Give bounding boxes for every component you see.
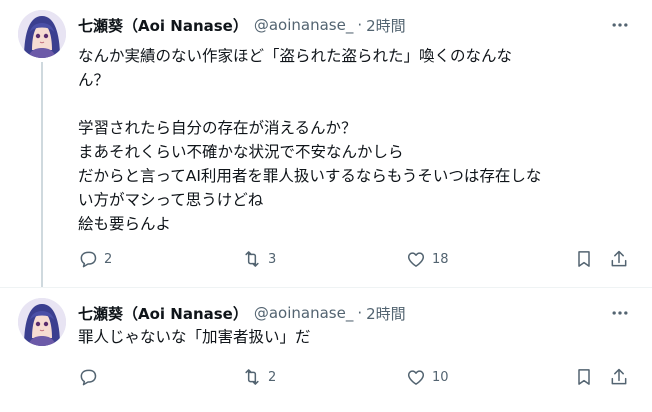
share-button[interactable] bbox=[609, 365, 629, 389]
retweet-count: 3 bbox=[268, 251, 277, 267]
like-button[interactable]: 18 bbox=[406, 247, 449, 271]
retweet-button[interactable]: 3 bbox=[242, 247, 276, 271]
tweet[interactable]: 七瀬葵（Aoi Nanase） @aoinanase_ · 2時間 なんか実績の… bbox=[0, 0, 652, 288]
retweet-count: 2 bbox=[268, 369, 277, 385]
author-handle[interactable]: @aoinanase_ bbox=[254, 16, 353, 34]
author-name[interactable]: 七瀬葵（Aoi Nanase） bbox=[78, 303, 248, 324]
reply-button[interactable] bbox=[78, 365, 104, 389]
reply-count: 2 bbox=[104, 251, 113, 267]
action-bar: 2 10 bbox=[78, 365, 640, 389]
share-icon bbox=[611, 250, 627, 267]
retweet-button[interactable]: 2 bbox=[242, 365, 276, 389]
more-button[interactable] bbox=[608, 13, 632, 37]
like-icon bbox=[407, 370, 425, 385]
bookmark-button[interactable] bbox=[574, 247, 594, 271]
action-bar: 2 3 18 bbox=[78, 247, 640, 271]
tweet-header: 七瀬葵（Aoi Nanase） @aoinanase_ · 2時間 bbox=[78, 302, 406, 324]
separator-dot: · bbox=[357, 16, 363, 34]
retweet-icon bbox=[245, 251, 259, 267]
more-icon bbox=[612, 23, 628, 27]
more-icon bbox=[612, 311, 628, 315]
separator-dot: · bbox=[357, 304, 363, 322]
tweet[interactable]: 七瀬葵（Aoi Nanase） @aoinanase_ · 2時間 罪人じゃない… bbox=[0, 288, 652, 412]
thread-line bbox=[41, 62, 43, 288]
reply-icon bbox=[80, 369, 97, 386]
like-count: 10 bbox=[432, 369, 449, 385]
reply-icon bbox=[80, 251, 97, 268]
like-icon bbox=[407, 252, 425, 267]
timestamp[interactable]: 2時間 bbox=[366, 303, 406, 324]
reply-button[interactable]: 2 bbox=[78, 247, 112, 271]
avatar[interactable] bbox=[18, 298, 66, 346]
more-button[interactable] bbox=[608, 301, 632, 325]
timestamp[interactable]: 2時間 bbox=[366, 15, 406, 36]
bookmark-icon bbox=[578, 251, 590, 267]
like-count: 18 bbox=[432, 251, 449, 267]
like-button[interactable]: 10 bbox=[406, 365, 449, 389]
retweet-icon bbox=[245, 369, 259, 385]
bookmark-button[interactable] bbox=[574, 365, 594, 389]
share-button[interactable] bbox=[609, 247, 629, 271]
tweet-header: 七瀬葵（Aoi Nanase） @aoinanase_ · 2時間 bbox=[78, 14, 406, 36]
avatar[interactable] bbox=[18, 10, 66, 58]
bookmark-icon bbox=[578, 369, 590, 385]
author-handle[interactable]: @aoinanase_ bbox=[254, 304, 353, 322]
author-name[interactable]: 七瀬葵（Aoi Nanase） bbox=[78, 15, 248, 36]
tweet-text: なんか実績のない作家ほど「盗られた盗られた」喚くのなんな ん？ 学習されたら自分… bbox=[78, 47, 542, 233]
share-icon bbox=[611, 368, 627, 385]
tweet-text: 罪人じゃないな「加害者扱い」だ bbox=[78, 328, 311, 346]
